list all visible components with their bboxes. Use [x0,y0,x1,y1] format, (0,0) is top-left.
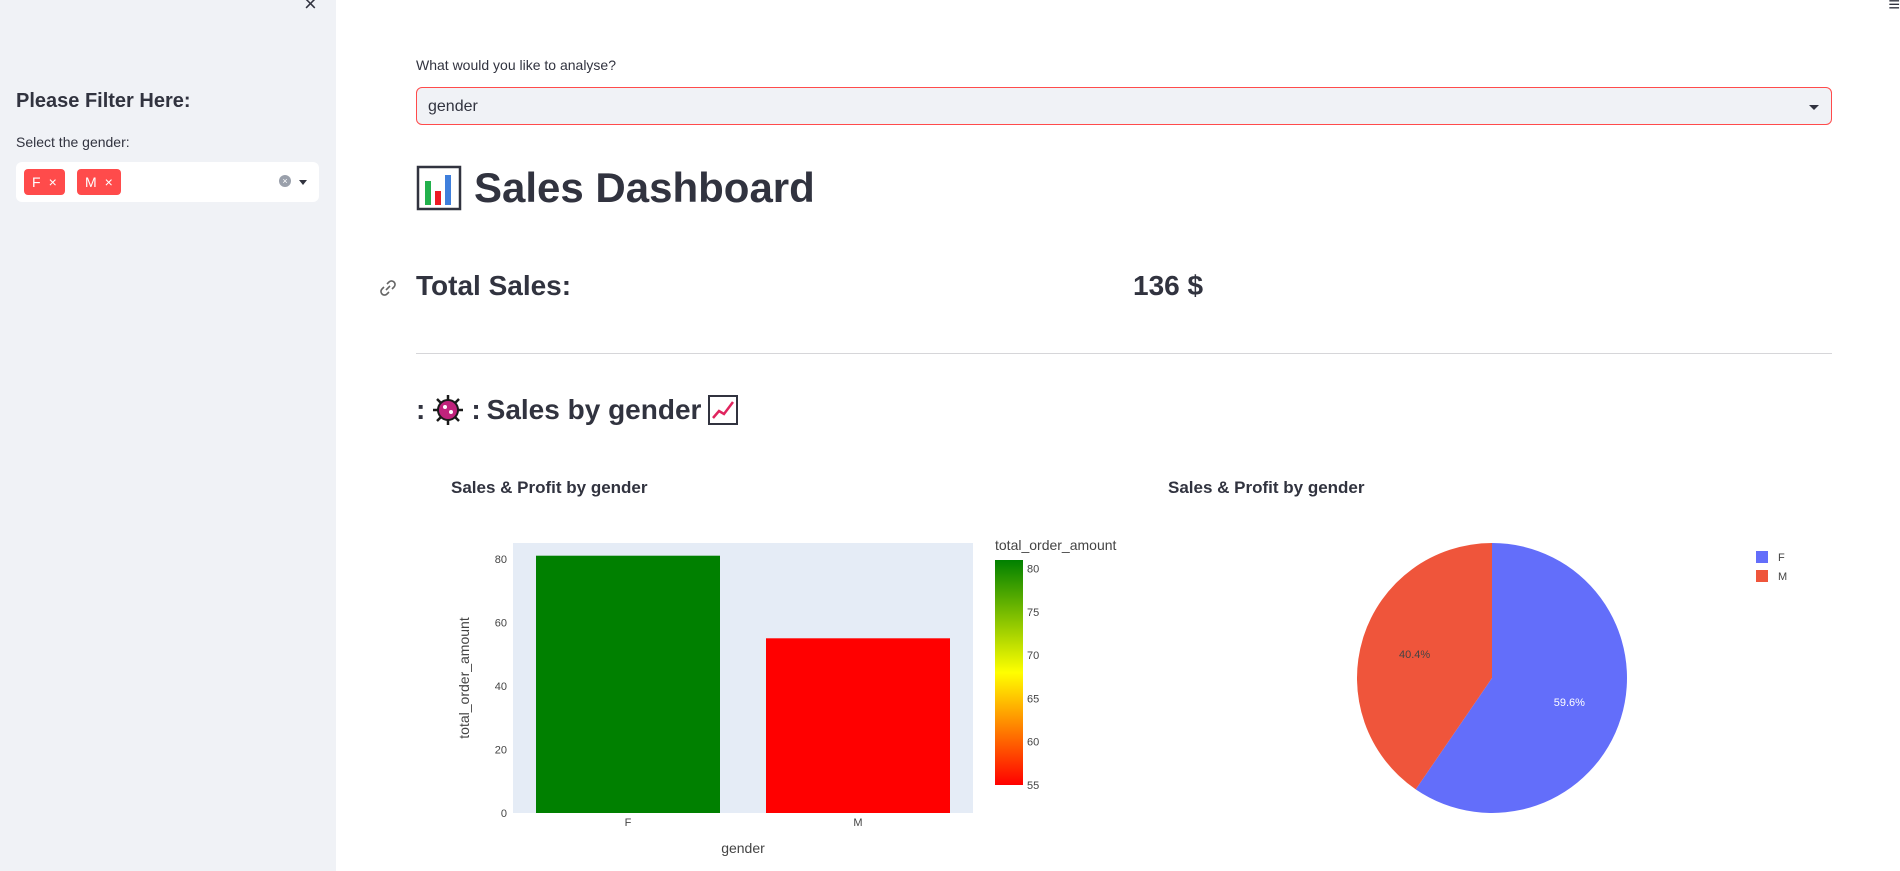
colorbar-tick-label: 60 [1027,737,1039,749]
y-tick-label: 40 [495,681,507,693]
tag-m-label: M [85,174,97,190]
page-title: Sales Dashboard [416,162,815,214]
colorbar-tick-label: 55 [1027,780,1039,792]
section-prefix: : [416,394,426,425]
sidebar-close-icon[interactable]: × [304,0,317,15]
virus-emoji-icon [433,395,464,425]
y-tick-label: 80 [495,554,507,566]
x-tick-label: F [625,817,632,829]
pie-percent-label: 40.4% [1399,649,1430,661]
clear-selection-icon[interactable]: × [279,175,291,187]
legend-swatch-f[interactable] [1756,551,1768,563]
colorbar-tick-label: 65 [1027,693,1039,705]
chevron-down-icon[interactable] [299,180,307,185]
tag-m[interactable]: M × [77,169,121,195]
y-tick-label: 20 [495,744,507,756]
colorbar-tick-label: 80 [1027,564,1039,576]
legend-label-m[interactable]: M [1778,571,1787,583]
section-separator: : [471,394,481,425]
link-icon[interactable] [378,278,398,298]
y-tick-label: 0 [501,808,507,820]
tag-f-remove-icon[interactable]: × [49,174,57,190]
analyse-select[interactable]: gender [416,87,1832,125]
y-axis-label: total_order_amount [456,617,472,739]
sidebar-title: Please Filter Here: [16,90,191,112]
pie-chart-title: Sales & Profit by gender [1168,478,1365,497]
divider [416,353,1832,354]
total-sales-value: 136 $ [1133,270,1204,301]
bar-chart-title: Sales & Profit by gender [451,478,648,497]
section-heading: : : Sales by gender [416,393,739,427]
analyse-select-value: gender [428,98,478,115]
chart-increasing-emoji-icon [708,395,739,425]
x-axis-label: gender [721,840,765,856]
section-title: Sales by gender [486,394,702,425]
legend-label-f[interactable]: F [1778,552,1785,564]
gender-filter-label: Select the gender: [16,134,130,150]
bar-m[interactable] [766,638,950,813]
gender-multiselect[interactable]: F × M × × [16,162,319,202]
tag-m-remove-icon[interactable]: × [105,174,113,190]
tag-f-label: F [32,174,41,190]
bar-f[interactable] [536,555,720,813]
y-tick-label: 60 [495,617,507,629]
chevron-down-icon[interactable] [1809,105,1819,110]
pie-chart: 59.6% 40.4% FM [1357,543,1787,813]
sidebar: × Please Filter Here: Select the gender:… [0,0,336,871]
bar-chart-emoji-icon [416,165,462,211]
tag-f[interactable]: F × [24,169,65,195]
colorbar-tick-label: 75 [1027,607,1039,619]
analyse-select-label: What would you like to analyse? [416,57,616,73]
pie-percent-label: 59.6% [1554,697,1585,709]
legend-swatch-m[interactable] [1756,570,1768,582]
hamburger-menu-icon[interactable]: ≡ [1888,0,1900,17]
dashboard-title: Sales Dashboard [474,164,815,211]
colorbar-tick-label: 70 [1027,650,1039,662]
bar-chart: F M020406080gendertotal_order_amounttotal… [456,537,1117,856]
colorbar [995,560,1023,785]
total-sales-label: Total Sales: [416,270,572,301]
x-tick-label: M [853,817,862,829]
colorbar-title: total_order_amount [995,537,1117,553]
